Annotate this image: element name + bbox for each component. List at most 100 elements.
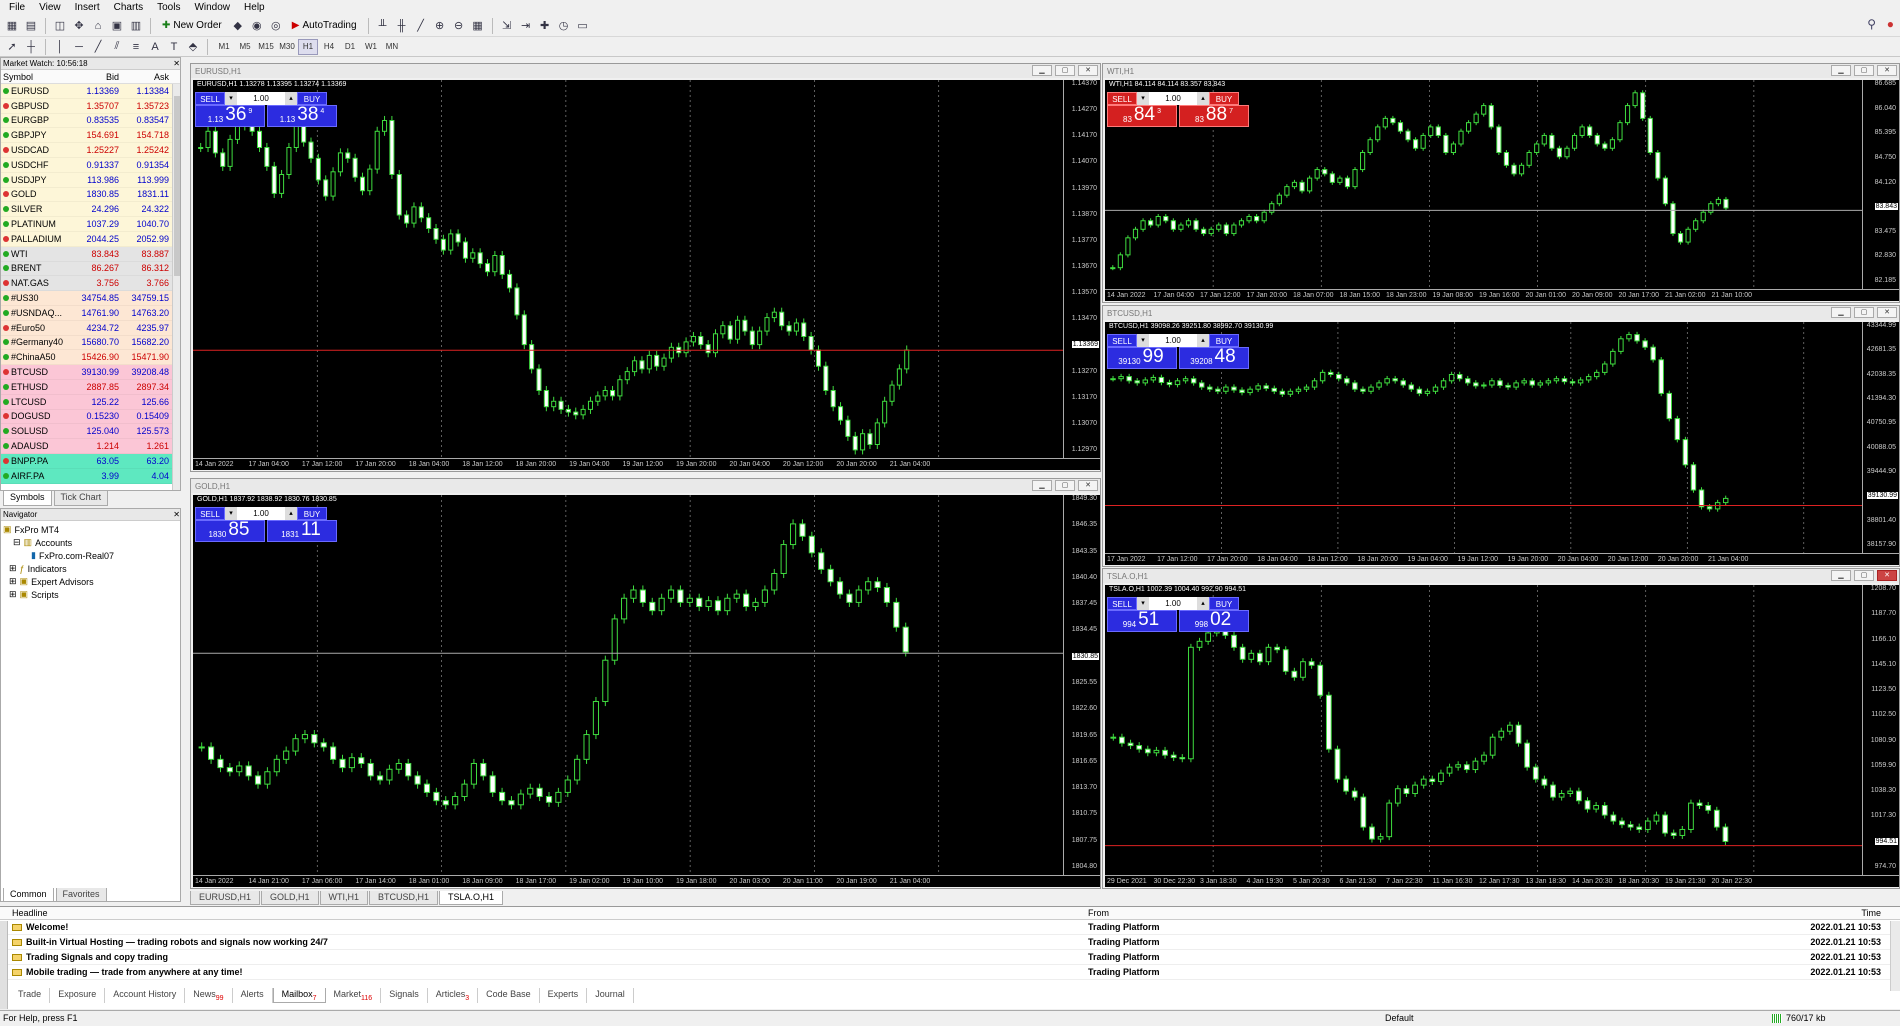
market-icon[interactable]: ◉ — [249, 18, 265, 34]
sell-price-box[interactable]: 994 51 — [1107, 610, 1177, 632]
chart-window[interactable]: WTI,H1 ▁ ▢ ✕ WTI,H1 84.114 84.114 83.357 83.… — [1102, 63, 1900, 303]
expand-icon[interactable]: ⊞ — [9, 589, 17, 600]
timeframe-m30[interactable]: M30 — [277, 39, 297, 55]
indicators-icon[interactable]: ✚ — [537, 18, 553, 34]
tab-symbols[interactable]: Symbols — [3, 491, 52, 506]
metaeditor-icon[interactable]: ◆ — [230, 18, 246, 34]
market-watch-row[interactable]: #Euro50 4234.72 4235.97 — [1, 320, 180, 336]
price-axis[interactable]: 1208.70 1187.70 1166.10 1145.10 1123.50 1102.… — [1862, 585, 1899, 875]
col-bid[interactable]: Bid — [71, 72, 121, 82]
price-axis[interactable]: 43344.99 42681.35 42038.35 41394.30 40750.95… — [1862, 322, 1899, 553]
lot-size-input[interactable]: 1.00 — [1149, 92, 1197, 105]
time-axis[interactable]: 14 Jan 2022 17 Jan 04:00 17 Jan 12:00 17 Ja… — [1105, 289, 1899, 301]
terminal-tab-news[interactable]: News99 — [185, 988, 233, 1003]
maximize-icon[interactable]: ▢ — [1055, 65, 1075, 76]
market-watch-row[interactable]: BTCUSD 39130.99 39208.48 — [1, 365, 180, 380]
market-watch-row[interactable]: WTI 83.843 83.887 — [1, 246, 180, 262]
search-icon[interactable]: ⚲ — [1867, 17, 1876, 31]
market-watch-row[interactable]: DOGUSD 0.15230 0.15409 — [1, 409, 180, 425]
profiles-icon[interactable]: ▤ — [23, 18, 39, 34]
templates-icon[interactable]: ▭ — [575, 18, 591, 34]
chart-window-titlebar[interactable]: WTI,H1 ▁ ▢ ✕ — [1103, 64, 1899, 78]
timeframe-m5[interactable]: M5 — [235, 39, 255, 55]
nav-item-experts[interactable]: ⊞ ▣ Expert Advisors — [3, 575, 180, 588]
mailbox-row[interactable]: Mobile trading — trade from anywhere at … — [0, 965, 1900, 980]
sell-price-box[interactable]: 1.13 36 9 — [195, 105, 265, 127]
nav-item-account[interactable]: ▮ FxPro.com-Real07 — [3, 549, 180, 562]
buy-price-box[interactable]: 1.13 38 4 — [267, 105, 337, 127]
market-watch-row[interactable]: USDCAD 1.25227 1.25242 — [1, 143, 180, 158]
buy-price-box[interactable]: 39208 48 — [1179, 347, 1249, 369]
chart-window-titlebar[interactable]: EURUSD,H1 ▁ ▢ ✕ — [191, 64, 1100, 78]
menu-insert[interactable]: Insert — [68, 2, 107, 13]
minimize-icon[interactable]: ▁ — [1032, 480, 1052, 491]
tab-favorites[interactable]: Favorites — [55, 888, 107, 902]
buy-price-box[interactable]: 83 88 7 — [1179, 105, 1249, 127]
trendline-icon[interactable]: ╱ — [90, 39, 106, 55]
terminal-tab-account-history[interactable]: Account History — [105, 988, 186, 1003]
chart-shift-icon[interactable]: ⇥ — [518, 18, 534, 34]
chart-window-titlebar[interactable]: GOLD,H1 ▁ ▢ ✕ — [191, 479, 1100, 493]
buy-price-box[interactable]: 1831 11 — [267, 520, 337, 542]
maximize-icon[interactable]: ▢ — [1854, 65, 1874, 76]
timeframe-h4[interactable]: H4 — [319, 39, 339, 55]
minimize-icon[interactable]: ▁ — [1032, 65, 1052, 76]
chart-window-titlebar[interactable]: BTCUSD,H1 ▁ ▢ ✕ — [1103, 306, 1899, 320]
nav-item-indicators[interactable]: ⊞ ƒ Indicators — [3, 562, 180, 575]
maximize-icon[interactable]: ▢ — [1854, 570, 1874, 581]
text-icon[interactable]: A — [147, 39, 163, 55]
tab-tick-chart[interactable]: Tick Chart — [53, 491, 109, 506]
tab-common[interactable]: Common — [3, 888, 54, 902]
price-axis[interactable]: 1.14370 1.14270 1.14170 1.14070 1.13970 1.138… — [1063, 80, 1100, 458]
maximize-icon[interactable]: ▢ — [1055, 480, 1075, 491]
chart-window-titlebar[interactable]: TSLA.O,H1 ▁ ▢ ✕ — [1103, 569, 1899, 583]
market-watch-row[interactable]: ETHUSD 2887.85 2897.34 — [1, 379, 180, 395]
close-icon[interactable]: ✕ — [173, 510, 180, 519]
nav-item-scripts[interactable]: ⊞ ▣ Scripts — [3, 588, 180, 601]
price-axis[interactable]: 1849.30 1846.35 1843.35 1840.40 1837.45 1834.… — [1063, 495, 1100, 875]
timeframe-m1[interactable]: M1 — [214, 39, 234, 55]
chart-area[interactable]: WTI,H1 84.114 84.114 83.357 83.843 SELL ▾ 1… — [1105, 80, 1899, 301]
auto-scroll-icon[interactable]: ⇲ — [499, 18, 515, 34]
market-watch-row[interactable]: GBPJPY 154.691 154.718 — [1, 128, 180, 144]
market-watch-scrollbar[interactable] — [172, 84, 180, 504]
chart-window[interactable]: BTCUSD,H1 ▁ ▢ ✕ BTCUSD,H1 39098.26 39251.80 … — [1102, 305, 1900, 567]
timeframe-h1[interactable]: H1 — [298, 38, 318, 55]
timeframe-d1[interactable]: D1 — [340, 39, 360, 55]
lot-up-icon[interactable]: ▴ — [285, 507, 297, 520]
time-axis[interactable]: 14 Jan 2022 14 Jan 21:00 17 Jan 06:00 17 Ja… — [193, 875, 1100, 887]
periods-icon[interactable]: ◷ — [556, 18, 572, 34]
sell-button[interactable]: SELL — [195, 92, 225, 105]
channel-icon[interactable]: ⫽ — [109, 39, 125, 55]
col-ask[interactable]: Ask — [121, 72, 171, 82]
chart-tab[interactable]: EURUSD,H1 — [190, 891, 261, 905]
market-watch-row[interactable]: PALLADIUM 2044.25 2052.99 — [1, 231, 180, 247]
market-watch-row[interactable]: GBPUSD 1.35707 1.35723 — [1, 98, 180, 114]
candlestick-icon[interactable]: ╫ — [394, 18, 410, 34]
terminal-tab-trade[interactable]: Trade — [10, 988, 51, 1003]
mailbox-row[interactable]: Trading Signals and copy trading Trading … — [0, 950, 1900, 965]
terminal-tab-alerts[interactable]: Alerts — [233, 988, 273, 1003]
market-watch-row[interactable]: #Germany40 15680.70 15682.20 — [1, 335, 180, 351]
market-watch-row[interactable]: EURUSD 1.13369 1.13384 — [1, 84, 180, 99]
sell-button[interactable]: SELL — [1107, 92, 1137, 105]
chart-window[interactable]: TSLA.O,H1 ▁ ▢ ✕ TSLA.O,H1 1002.39 1004.40 99… — [1102, 568, 1900, 889]
minimize-icon[interactable]: ▁ — [1831, 65, 1851, 76]
expand-icon[interactable]: ⊞ — [9, 563, 17, 574]
sell-price-box[interactable]: 83 84 3 — [1107, 105, 1177, 127]
tile-windows-icon[interactable]: ▦ — [470, 18, 486, 34]
market-watch-row[interactable]: #ChinaA50 15426.90 15471.90 — [1, 350, 180, 366]
menu-tools[interactable]: Tools — [150, 2, 187, 13]
price-axis[interactable]: 86.685 86.040 85.395 84.750 84.120 83.843 83.4… — [1862, 80, 1899, 289]
market-watch-row[interactable]: SOLUSD 125.040 125.573 — [1, 424, 180, 440]
market-watch-row[interactable]: GOLD 1830.85 1831.11 — [1, 187, 180, 203]
new-order-button[interactable]: ✚ New Order — [157, 17, 227, 35]
menu-help[interactable]: Help — [237, 2, 272, 13]
close-icon[interactable]: ✕ — [1877, 307, 1897, 318]
close-icon[interactable]: ✕ — [1877, 65, 1897, 76]
nav-item-root[interactable]: ▣ FxPro MT4 — [3, 523, 180, 536]
terminal-tab-experts[interactable]: Experts — [540, 988, 588, 1003]
market-watch-row[interactable]: LTCUSD 125.22 125.66 — [1, 394, 180, 410]
market-watch-row[interactable]: BRENT 86.267 86.312 — [1, 261, 180, 277]
time-axis[interactable]: 17 Jan 2022 17 Jan 12:00 17 Jan 20:00 18 Ja… — [1105, 553, 1899, 565]
